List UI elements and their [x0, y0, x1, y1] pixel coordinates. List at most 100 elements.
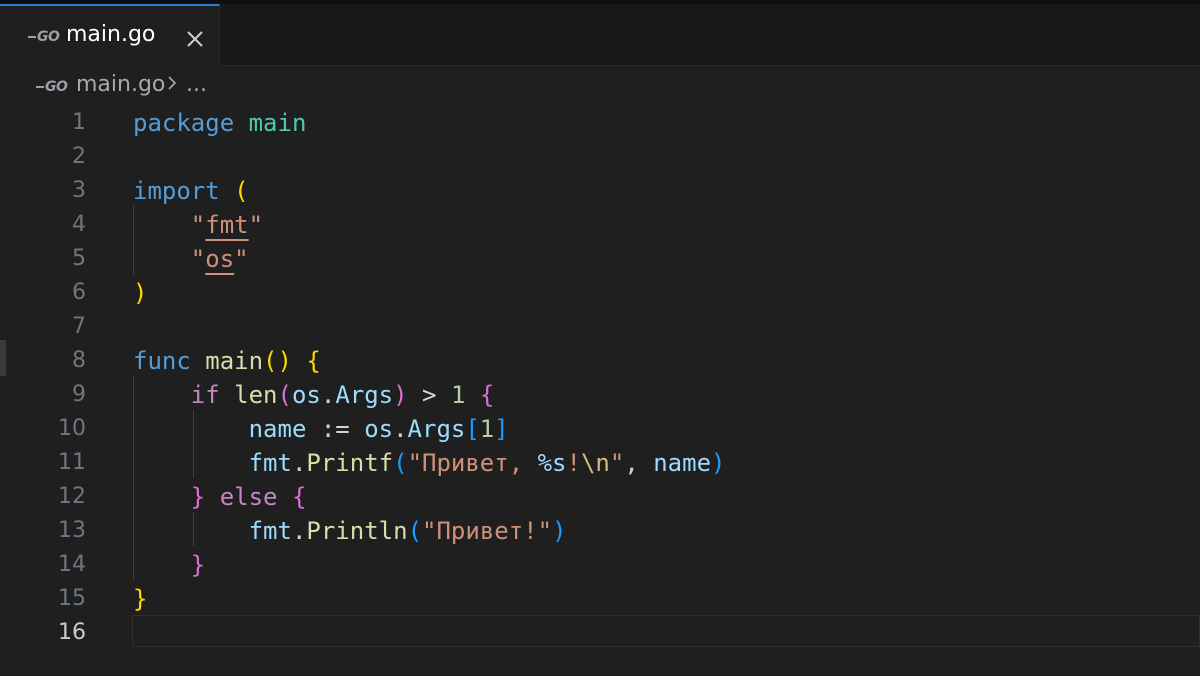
line-code: } else { — [133, 480, 307, 514]
code-line[interactable]: 9 if len(os.Args) > 1 { — [0, 378, 1200, 412]
code-token: Println — [306, 517, 408, 545]
code-line[interactable]: 2 — [0, 140, 1200, 174]
code-line[interactable]: 6) — [0, 276, 1200, 310]
breadcrumb-symbols[interactable]: ... — [186, 72, 207, 97]
line-number: 14 — [58, 552, 86, 577]
line-number: 8 — [72, 348, 86, 373]
code-token: else — [219, 483, 278, 511]
breadcrumb: GO main.go ... — [0, 66, 1200, 104]
code-token: %s — [537, 449, 567, 477]
line-code: fmt.Println("Привет!") — [133, 514, 567, 548]
code-line[interactable]: 11 fmt.Printf("Привет, %s!\n", name) — [0, 446, 1200, 480]
line-number: 9 — [72, 382, 86, 407]
code-line[interactable]: 13 fmt.Println("Привет!") — [0, 514, 1200, 548]
breadcrumb-file[interactable]: main.go — [76, 72, 165, 97]
code-token: ( — [234, 177, 249, 205]
code-token: . — [291, 449, 307, 477]
line-number: 11 — [58, 450, 86, 475]
line-code: name := os.Args[1] — [133, 412, 509, 446]
line-number: 6 — [72, 280, 86, 305]
code-token: 1 — [450, 381, 466, 409]
code-token: ( — [277, 381, 292, 409]
line-code: func main() { — [133, 344, 321, 378]
line-number: 1 — [72, 110, 86, 135]
line-number: 5 — [72, 246, 86, 271]
code-token: { — [306, 347, 321, 375]
line-number: 10 — [58, 416, 86, 441]
code-editor[interactable]: 1 package main 2 3 import (4 "fmt" 5 "os" 6) 7 8… — [0, 104, 1200, 676]
go-file-icon: GO — [28, 29, 60, 45]
code-token: os — [205, 245, 235, 273]
line-code: package main — [133, 106, 306, 140]
line-code: fmt.Printf("Привет, %s!\n", name) — [133, 446, 726, 480]
code-token: Args — [335, 381, 394, 409]
code-line[interactable]: 12 } else { — [0, 480, 1200, 514]
code-token: , — [624, 449, 654, 477]
line-code: ) — [133, 276, 147, 310]
code-token: ) — [552, 517, 567, 545]
line-code: import ( — [133, 174, 249, 208]
code-line[interactable]: 16 — [0, 616, 1200, 650]
code-token: [ — [465, 415, 480, 443]
code-token: main — [248, 109, 307, 137]
code-token: fmt — [205, 211, 249, 239]
code-token: := — [306, 415, 365, 443]
code-token: name — [248, 415, 307, 443]
code-line[interactable]: 7 — [0, 310, 1200, 344]
code-token: os — [364, 415, 394, 443]
code-line[interactable]: 8 func main() { — [0, 344, 1200, 378]
tab-main-go[interactable]: GO main.go — [0, 4, 220, 66]
code-token: " — [609, 449, 625, 477]
code-token: fmt — [248, 449, 292, 477]
code-line[interactable]: 14 } — [0, 548, 1200, 582]
line-code: } — [133, 582, 147, 616]
code-token: ) — [133, 279, 148, 307]
line-number: 12 — [58, 484, 86, 509]
code-token: fmt — [248, 517, 292, 545]
code-token: ! — [566, 449, 581, 477]
code-token: "Привет!" — [422, 517, 553, 545]
code-token: > — [407, 381, 451, 409]
code-line[interactable]: 1 package main — [0, 106, 1200, 140]
code-token: import — [133, 177, 220, 205]
close-icon[interactable] — [184, 28, 206, 50]
code-token: Printf — [306, 449, 394, 477]
code-line[interactable]: 10 name := os.Args[1] — [0, 412, 1200, 446]
line-code: if len(os.Args) > 1 { — [133, 378, 495, 412]
code-line[interactable]: 3 import ( — [0, 174, 1200, 208]
line-number: 4 — [72, 212, 86, 237]
code-token: () — [263, 347, 292, 375]
line-number: 13 — [58, 518, 86, 543]
line-code: "fmt" — [133, 208, 263, 242]
code-token: } — [190, 483, 206, 511]
go-file-icon: GO — [36, 79, 68, 95]
code-token: " — [248, 211, 264, 239]
line-number: 16 — [58, 620, 86, 645]
code-token: func — [133, 347, 191, 375]
code-line[interactable]: 15} — [0, 582, 1200, 616]
code-token: if — [190, 381, 220, 409]
code-token: ) — [711, 449, 726, 477]
code-token: package — [133, 109, 235, 137]
code-line[interactable]: 5 "os" — [0, 242, 1200, 276]
code-token: " — [190, 211, 206, 239]
tab-bar: GO main.go — [0, 0, 1200, 66]
code-token: len — [234, 381, 278, 409]
code-token: { — [479, 381, 495, 409]
code-line[interactable]: 4 "fmt" — [0, 208, 1200, 242]
code-token: main — [205, 347, 264, 375]
code-token: } — [190, 551, 206, 579]
code-token: . — [320, 381, 336, 409]
line-number: 15 — [58, 586, 86, 611]
line-number: 2 — [72, 144, 86, 169]
